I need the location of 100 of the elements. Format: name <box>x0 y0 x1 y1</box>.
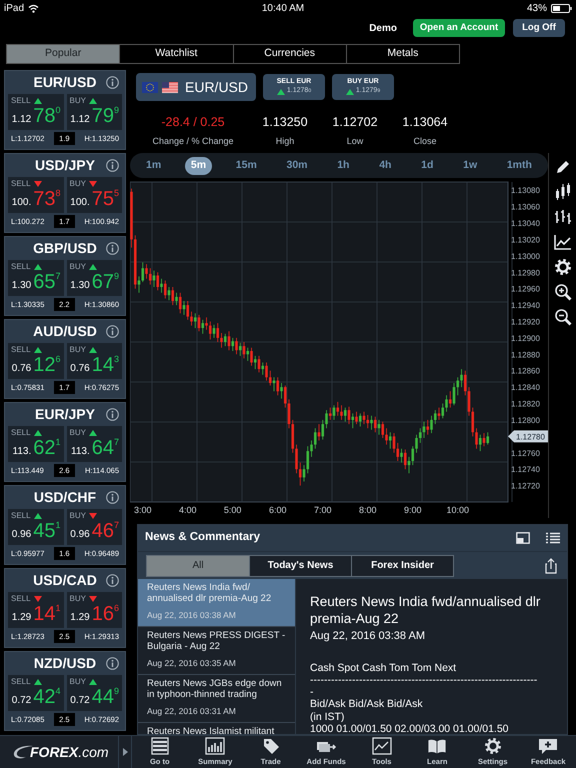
info-icon[interactable] <box>106 325 119 338</box>
news-tab[interactable]: Today's News <box>249 556 351 576</box>
zoom-out-icon[interactable] <box>554 308 572 326</box>
info-icon[interactable] <box>106 408 119 421</box>
article-text: - <box>310 685 314 698</box>
info-icon[interactable] <box>106 657 119 670</box>
article-text: ----------------------------------------------------------------- <box>310 673 538 685</box>
price-axis-label: 1.12900 <box>511 334 540 343</box>
info-icon[interactable] <box>106 159 119 172</box>
candlestick <box>426 420 430 436</box>
news-tab[interactable]: All <box>147 556 249 576</box>
quote-label: SELL <box>11 261 31 273</box>
article-date: Aug 22, 2016 03:38 AM <box>310 629 426 644</box>
info-icon[interactable] <box>106 76 119 89</box>
line-chart-icon[interactable] <box>554 233 572 251</box>
candlestick <box>378 420 380 436</box>
share-icon[interactable] <box>545 558 557 574</box>
time-axis-label: 10:00 <box>446 505 470 515</box>
time-axis-label: 4:00 <box>179 505 197 515</box>
price-axis-label: 1.12740 <box>511 465 540 474</box>
currency-pair: EUR/USD <box>33 73 96 92</box>
news-date: Aug 22, 2016 03:38 AM <box>147 609 237 622</box>
candlestick <box>388 432 392 450</box>
info-icon[interactable] <box>106 242 119 255</box>
candlestick <box>205 317 208 330</box>
info-icon[interactable] <box>106 491 119 504</box>
candlestick <box>216 322 220 342</box>
stat-value: -28.4 / 0.25 <box>161 114 225 131</box>
price-axis-label: 1.13060 <box>511 202 540 212</box>
candlestick <box>276 376 280 396</box>
quote-label: SELL <box>11 676 31 688</box>
candlestick <box>448 390 452 408</box>
currency-pair: USD/CAD <box>33 571 97 590</box>
window-icon[interactable] <box>516 532 530 544</box>
stat-value: 1.12702 <box>332 114 378 131</box>
candlestick <box>268 370 272 386</box>
news-tab[interactable]: Forex Insider <box>351 556 453 576</box>
bar-chart-icon[interactable] <box>554 208 572 226</box>
timeframe-option[interactable]: 1w <box>457 156 484 174</box>
timeframe-option[interactable]: 15m <box>230 156 263 174</box>
candlestick <box>441 403 444 419</box>
price-axis-label: 1.12880 <box>511 350 540 360</box>
candlestick <box>328 407 332 420</box>
timeframe-option[interactable]: 1d <box>415 156 440 174</box>
candlestick <box>340 404 343 420</box>
candlestick <box>336 402 340 416</box>
quote-label: SELL <box>11 178 31 190</box>
candlestick <box>471 407 474 437</box>
price-axis-label: 1.12940 <box>511 301 540 310</box>
timeframe-option[interactable]: 1m <box>140 156 168 174</box>
caret-icon[interactable] <box>122 748 128 756</box>
candlestick <box>392 432 396 454</box>
stat-label: Low <box>346 134 364 148</box>
candlestick <box>321 420 324 440</box>
stat-label: Change / % Change <box>152 134 234 148</box>
timeframe-option[interactable]: 4h <box>373 156 398 174</box>
candlestick <box>348 406 350 424</box>
candlestick <box>298 462 302 486</box>
candlestick <box>325 410 328 429</box>
candlestick <box>295 444 298 474</box>
candlestick <box>280 382 283 399</box>
candlestick <box>152 270 156 288</box>
candlestick <box>468 386 470 416</box>
candlestick <box>438 407 440 420</box>
candlestick <box>190 311 193 326</box>
tab[interactable]: Popular <box>7 45 120 63</box>
candlestick <box>238 342 242 356</box>
quote-label: BUY <box>70 427 86 439</box>
candlestick <box>396 442 400 462</box>
candlestick <box>385 428 388 445</box>
candlestick <box>224 333 227 346</box>
candlestick <box>164 280 167 299</box>
settings-icon[interactable] <box>554 258 572 276</box>
article-text: Cash Spot Cash Tom Tom Next <box>310 660 458 673</box>
timeframe-option[interactable]: 1mth <box>500 156 538 174</box>
currency-pair: USD/CHF <box>34 488 96 507</box>
log-off-button[interactable]: Log Off <box>513 19 565 37</box>
candlestick <box>486 432 490 445</box>
panel-title: News & Commentary <box>145 530 260 546</box>
timeframe-option[interactable]: 30m <box>280 156 314 174</box>
currency-pair: GBP/USD <box>33 239 97 258</box>
flag-icon <box>142 82 158 92</box>
candlestick <box>272 376 276 392</box>
news-item[interactable]: Reuters News India fwd/annualised dlr premia-Aug 22 Aug 22, 2016 03:38 AM <box>138 579 295 627</box>
news-headline: Reuters News PRESS DIGEST - Bulgaria - Aug 22 <box>147 630 286 652</box>
article-text: Bid/Ask Bid/Ask Bid/Ask <box>310 697 424 710</box>
news-headline: Reuters News JGBs edge down in typhoon-thinned trading <box>147 678 283 700</box>
timeframe-option[interactable]: 1h <box>331 156 356 174</box>
candlestick <box>418 428 422 444</box>
candlestick <box>168 286 170 301</box>
instrument-selector[interactable]: EUR/USD <box>136 73 256 101</box>
list-icon[interactable] <box>546 532 560 544</box>
candlestick <box>306 446 310 474</box>
candlestick-icon[interactable] <box>554 183 572 201</box>
candlestick <box>452 382 456 406</box>
article-text: (in IST) <box>310 710 346 722</box>
info-icon[interactable] <box>106 574 119 587</box>
candlestick <box>156 272 160 291</box>
candlestick <box>208 321 212 340</box>
zoom-in-icon[interactable] <box>554 283 572 301</box>
